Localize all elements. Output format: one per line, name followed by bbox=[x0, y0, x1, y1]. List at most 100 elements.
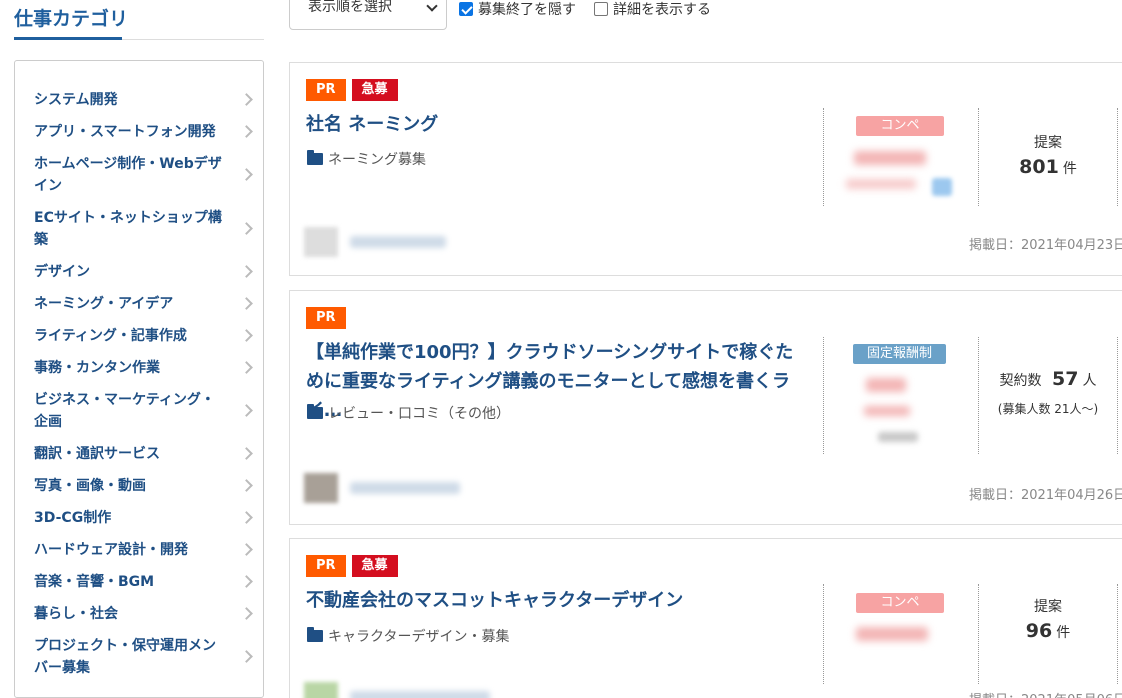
stat-unit: 件 bbox=[1062, 161, 1077, 177]
category-item[interactable]: 翻訳・通訳サービス bbox=[15, 438, 263, 470]
info-icon bbox=[932, 178, 952, 196]
category-item[interactable]: ホームページ制作・Webデザイン bbox=[15, 148, 263, 202]
client-info-blurred bbox=[304, 473, 460, 503]
show-details-label: 詳細を表示する bbox=[613, 2, 711, 18]
price-sub-blurred bbox=[864, 406, 910, 416]
avatar bbox=[304, 682, 338, 698]
job-card[interactable]: PR 【単純作業で100円？】クラウドソーシングサイトで稼ぐために重要なライティ… bbox=[289, 290, 1122, 525]
category-item[interactable]: ハードウェア設計・開発 bbox=[15, 534, 263, 566]
job-type-tag: コンペ bbox=[856, 593, 944, 613]
avatar bbox=[304, 473, 338, 503]
category-item[interactable]: デザイン bbox=[15, 256, 263, 288]
chevron-right-icon bbox=[240, 222, 253, 235]
job-badges: PR 急募 bbox=[306, 555, 398, 577]
folder-icon bbox=[307, 404, 323, 419]
category-item[interactable]: ビジネス・マーケティング・企画 bbox=[15, 384, 263, 438]
client-name-blurred bbox=[350, 691, 490, 698]
sort-order-value: 表示順を選択 bbox=[308, 0, 392, 15]
column-divider bbox=[823, 584, 824, 684]
column-divider bbox=[823, 108, 824, 206]
chevron-right-icon bbox=[240, 404, 253, 417]
job-badges: PR bbox=[306, 307, 346, 329]
stat-value: 801 件 bbox=[979, 156, 1117, 178]
column-divider bbox=[1117, 108, 1118, 206]
category-item[interactable]: 写真・画像・動画 bbox=[15, 470, 263, 502]
hide-closed-label: 募集終了を隠す bbox=[478, 2, 576, 18]
chevron-right-icon bbox=[240, 93, 253, 106]
chevron-right-icon bbox=[240, 265, 253, 278]
job-category-link[interactable]: キャラクターデザイン・募集 bbox=[307, 626, 509, 646]
category-item[interactable]: 3D-CG制作 bbox=[15, 502, 263, 534]
price-blurred bbox=[854, 151, 926, 165]
job-category-label: レビュー・口コミ（その他） bbox=[328, 406, 510, 422]
chevron-right-icon bbox=[240, 447, 253, 460]
chevron-right-icon bbox=[240, 329, 253, 342]
category-label: 写真・画像・動画 bbox=[34, 478, 146, 494]
pr-badge: PR bbox=[306, 79, 346, 101]
checkbox-unchecked-icon[interactable] bbox=[594, 2, 608, 16]
job-badges: PR 急募 bbox=[306, 79, 398, 101]
job-title-link[interactable]: 社名 ネーミング bbox=[306, 110, 806, 139]
category-label: デザイン bbox=[34, 264, 90, 280]
stat-label: 提案 bbox=[1034, 599, 1062, 615]
category-label: 音楽・音響・BGM bbox=[34, 574, 155, 590]
sidebar-title-underline bbox=[14, 37, 122, 40]
job-category-label: キャラクターデザイン・募集 bbox=[328, 629, 510, 645]
job-category-link[interactable]: ネーミング募集 bbox=[307, 149, 426, 169]
category-label: ライティング・記事作成 bbox=[34, 328, 187, 344]
category-item[interactable]: 暮らし・社会 bbox=[15, 598, 263, 630]
client-info-blurred bbox=[304, 682, 490, 698]
chevron-right-icon bbox=[240, 297, 253, 310]
column-divider bbox=[1117, 337, 1118, 454]
job-card[interactable]: PR 急募 社名 ネーミング ネーミング募集 コンペ 提案 801 件 掲載日：2… bbox=[289, 62, 1122, 276]
sort-order-select[interactable]: 表示順を選択 bbox=[289, 0, 447, 30]
folder-icon bbox=[307, 627, 323, 642]
job-category-link[interactable]: レビュー・口コミ（その他） bbox=[307, 403, 510, 423]
chevron-right-icon bbox=[240, 543, 253, 556]
column-divider bbox=[1117, 584, 1118, 684]
pr-badge: PR bbox=[306, 555, 346, 577]
category-item[interactable]: ライティング・記事作成 bbox=[15, 320, 263, 352]
category-label: 事務・カンタン作業 bbox=[34, 360, 160, 376]
category-list: システム開発 アプリ・スマートフォン開発 ホームページ制作・Webデザイン EC… bbox=[15, 84, 263, 684]
category-item[interactable]: システム開発 bbox=[15, 84, 263, 116]
client-name-blurred bbox=[350, 482, 460, 494]
category-label: プロジェクト・保守運用メンバー募集 bbox=[34, 638, 216, 676]
chevron-right-icon bbox=[240, 607, 253, 620]
job-title-link[interactable]: 不動産会社のマスコットキャラクターデザイン bbox=[306, 586, 806, 615]
column-divider bbox=[823, 337, 824, 454]
category-item[interactable]: 事務・カンタン作業 bbox=[15, 352, 263, 384]
category-item[interactable]: ネーミング・アイデア bbox=[15, 288, 263, 320]
chevron-right-icon bbox=[240, 575, 253, 588]
category-label: ハードウェア設計・開発 bbox=[34, 542, 188, 558]
category-item[interactable]: ECサイト・ネットショップ構築 bbox=[15, 202, 263, 256]
show-details-checkbox[interactable]: 詳細を表示する bbox=[594, 0, 711, 18]
stat-label: 提案 bbox=[1034, 135, 1062, 151]
job-card[interactable]: PR 急募 不動産会社のマスコットキャラクターデザイン キャラクターデザイン・募… bbox=[289, 538, 1122, 698]
chevron-right-icon bbox=[240, 479, 253, 492]
price-note-blurred bbox=[878, 432, 918, 442]
urgent-badge: 急募 bbox=[351, 555, 398, 577]
pr-badge: PR bbox=[306, 307, 346, 329]
stat-unit: 人 bbox=[1082, 373, 1097, 389]
category-label: ECサイト・ネットショップ構築 bbox=[34, 210, 222, 248]
stat-number: 96 bbox=[1025, 620, 1053, 642]
stat-number: 801 bbox=[1019, 156, 1059, 178]
category-label: ビジネス・マーケティング・企画 bbox=[34, 392, 215, 430]
client-info-blurred bbox=[304, 227, 446, 257]
job-type-tag: 固定報酬制 bbox=[853, 344, 946, 364]
hide-closed-checkbox[interactable]: 募集終了を隠す bbox=[459, 0, 576, 18]
sidebar-divider bbox=[122, 39, 264, 40]
category-label: ホームページ制作・Webデザイン bbox=[34, 156, 222, 194]
chevron-right-icon bbox=[240, 650, 253, 663]
checkbox-checked-icon[interactable] bbox=[459, 2, 473, 16]
posted-date: 掲載日：2021年04月26日 bbox=[969, 488, 1122, 503]
category-item[interactable]: プロジェクト・保守運用メンバー募集 bbox=[15, 630, 263, 684]
job-category-label: ネーミング募集 bbox=[328, 152, 426, 168]
category-label: 3D-CG制作 bbox=[34, 510, 112, 526]
stat-label: 契約数 bbox=[999, 373, 1042, 389]
category-item[interactable]: アプリ・スマートフォン開発 bbox=[15, 116, 263, 148]
category-item[interactable]: 音楽・音響・BGM bbox=[15, 566, 263, 598]
stat-sub: (募集人数 21人～) bbox=[997, 402, 1099, 416]
stat-value: 契約数 57 人 bbox=[979, 368, 1117, 390]
